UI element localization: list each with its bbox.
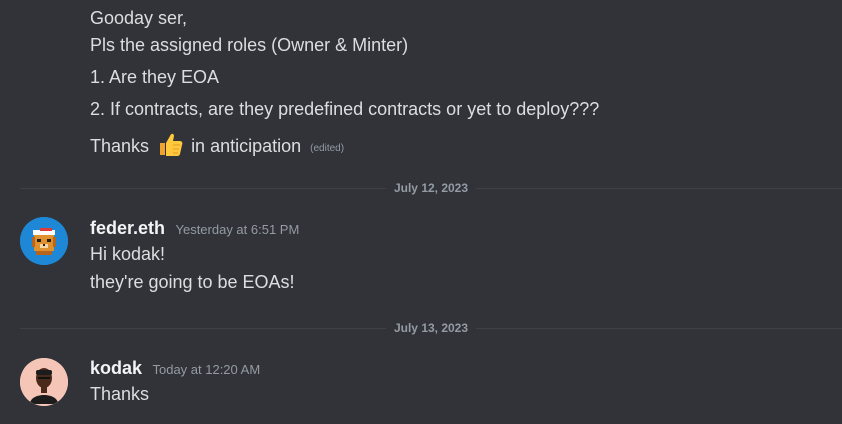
avatar[interactable]: [20, 358, 68, 406]
edited-label: (edited): [310, 143, 345, 154]
pixel-lion-avatar-icon: [20, 217, 68, 265]
message-line: Thanks: [90, 384, 150, 404]
message-header: kodak Today at 12:20 AM: [90, 356, 260, 382]
message-line: Hi kodak!: [90, 244, 166, 264]
message-line: Pls the assigned roles (Owner & Minter): [90, 35, 409, 55]
timestamp[interactable]: Today at 12:20 AM: [152, 362, 260, 377]
thanks-text-after: in anticipation: [191, 136, 302, 156]
thumbs-up-emoji-icon[interactable]: [156, 130, 184, 158]
date-divider: July 13, 2023: [20, 320, 842, 336]
thanks-text: Thanks: [90, 136, 150, 156]
message-header: feder.eth Yesterday at 6:51 PM: [90, 216, 299, 242]
message-line: 1. Are they EOA: [90, 67, 220, 87]
person-avatar-icon: [20, 358, 68, 406]
divider-date: July 12, 2023: [385, 180, 477, 196]
username[interactable]: feder.eth: [90, 218, 165, 238]
message-line: they're going to be EOAs!: [90, 272, 295, 292]
message-line: Gooday ser,: [90, 8, 188, 28]
avatar[interactable]: [20, 217, 68, 265]
message-line-thanks: Thanks in anticipation (edited): [90, 130, 344, 161]
username[interactable]: kodak: [90, 358, 142, 378]
date-divider: July 12, 2023: [20, 180, 842, 196]
timestamp[interactable]: Yesterday at 6:51 PM: [175, 222, 299, 237]
message-line: 2. If contracts, are they predefined con…: [90, 99, 600, 119]
divider-date: July 13, 2023: [385, 320, 477, 336]
chat-message-list: Gooday ser, Pls the assigned roles (Owne…: [0, 0, 842, 424]
